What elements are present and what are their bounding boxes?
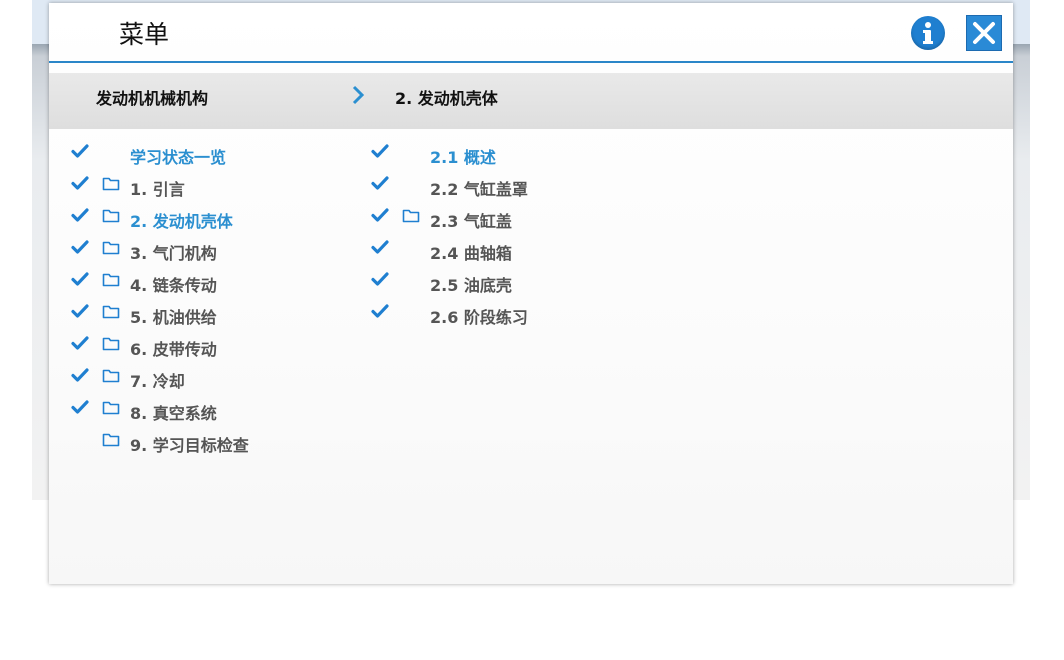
modal-header: 菜单 xyxy=(49,3,1013,63)
check-icon xyxy=(71,175,89,195)
check-icon xyxy=(371,175,389,195)
folder-icon xyxy=(102,240,120,259)
menu-modal: 菜单 发动机机械机构 2. 发动机壳体 学习状态一览 1. 引言 2. 发动机壳体 3… xyxy=(49,3,1013,584)
chapter-item-label: 3. 气门机构 xyxy=(130,244,217,263)
chapter-item-label: 学习状态一览 xyxy=(130,148,227,167)
folder-icon xyxy=(402,208,420,227)
folder-icon xyxy=(102,304,120,323)
chapter-item[interactable]: 5. 机油供给 xyxy=(71,301,371,333)
modal-title: 菜单 xyxy=(119,20,170,49)
chapter-item[interactable]: 9. 学习目标检查 xyxy=(71,429,371,461)
check-icon xyxy=(71,271,89,291)
folder-icon xyxy=(102,400,120,419)
chapter-item-label: 6. 皮带传动 xyxy=(130,340,217,359)
section-item[interactable]: 2.6 阶段练习 xyxy=(371,301,671,333)
close-button[interactable] xyxy=(966,15,1002,51)
chapter-item-label: 4. 链条传动 xyxy=(130,276,217,295)
chapter-item[interactable]: 4. 链条传动 xyxy=(71,269,371,301)
section-item-label: 2.6 阶段练习 xyxy=(430,308,528,327)
check-icon xyxy=(71,367,89,387)
chapter-item[interactable]: 8. 真空系统 xyxy=(71,397,371,429)
chapter-item[interactable]: 6. 皮带传动 xyxy=(71,333,371,365)
folder-icon xyxy=(102,368,120,387)
check-icon xyxy=(71,239,89,259)
chapter-item[interactable]: 3. 气门机构 xyxy=(71,237,371,269)
section-item-label: 2.2 气缸盖罩 xyxy=(430,180,528,199)
chapter-item[interactable]: 7. 冷却 xyxy=(71,365,371,397)
chapter-item-label: 2. 发动机壳体 xyxy=(130,212,233,231)
check-icon xyxy=(71,335,89,355)
section-item[interactable]: 2.4 曲轴箱 xyxy=(371,237,671,269)
chapter-item[interactable]: 1. 引言 xyxy=(71,173,371,205)
section-item-label: 2.4 曲轴箱 xyxy=(430,244,512,263)
chapter-item-label: 8. 真空系统 xyxy=(130,404,217,423)
chevron-right-icon xyxy=(352,85,365,105)
breadcrumb-level2[interactable]: 2. 发动机壳体 xyxy=(395,85,498,109)
chapter-item-label: 1. 引言 xyxy=(130,180,185,199)
section-item[interactable]: 2.2 气缸盖罩 xyxy=(371,173,671,205)
check-icon xyxy=(371,271,389,291)
folder-icon xyxy=(102,176,120,195)
folder-icon xyxy=(102,208,120,227)
check-icon xyxy=(371,239,389,259)
chapter-item-label: 5. 机油供给 xyxy=(130,308,217,327)
section-item[interactable]: 2.1 概述 xyxy=(371,141,671,173)
section-item-label: 2.3 气缸盖 xyxy=(430,212,512,231)
folder-icon xyxy=(102,336,120,355)
folder-icon xyxy=(102,432,120,451)
check-icon xyxy=(71,143,89,163)
chapter-item[interactable]: 2. 发动机壳体 xyxy=(71,205,371,237)
breadcrumb-level1[interactable]: 发动机机械机构 xyxy=(96,85,208,109)
info-button[interactable] xyxy=(911,16,945,50)
close-icon xyxy=(973,22,995,44)
check-icon xyxy=(71,303,89,323)
check-icon xyxy=(71,399,89,419)
section-item-label: 2.1 概述 xyxy=(430,148,496,167)
chapter-item-label: 9. 学习目标检查 xyxy=(130,436,249,455)
section-item-label: 2.5 油底壳 xyxy=(430,276,512,295)
check-icon xyxy=(371,207,389,227)
section-item[interactable]: 2.5 油底壳 xyxy=(371,269,671,301)
chapter-item-label: 7. 冷却 xyxy=(130,372,185,391)
section-item[interactable]: 2.3 气缸盖 xyxy=(371,205,671,237)
info-icon xyxy=(923,22,933,44)
chapter-item[interactable]: 学习状态一览 xyxy=(71,141,371,173)
check-icon xyxy=(371,143,389,163)
check-icon xyxy=(71,207,89,227)
folder-icon xyxy=(102,272,120,291)
check-icon xyxy=(371,303,389,323)
